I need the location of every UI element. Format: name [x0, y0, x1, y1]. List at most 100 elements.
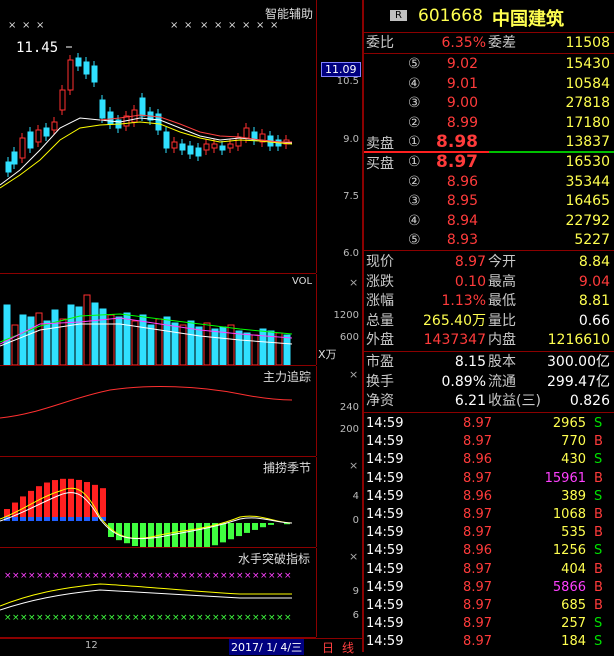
candle [204, 144, 209, 150]
volume-bar [228, 325, 234, 365]
volume-bar [100, 309, 106, 365]
candles [6, 53, 289, 177]
sell-volume: 27818 [565, 94, 610, 112]
tick-row[interactable]: 14:59 8.97 535 B [364, 524, 614, 542]
candle [12, 152, 17, 164]
candle [164, 132, 169, 148]
tick-time: 14:59 [366, 506, 403, 524]
stat-label: 量比 [488, 312, 516, 330]
sell-row[interactable]: ⑤ 9.02 15430 [364, 55, 614, 73]
buy-volume: 35344 [565, 173, 610, 191]
top-mark: × [242, 20, 250, 31]
sell-volume: 17180 [565, 114, 610, 132]
sailor-mark: × [172, 613, 180, 623]
buy-row[interactable]: ② 8.96 35344 [364, 173, 614, 191]
capture-bar-blue [28, 517, 34, 521]
sailor-mark: × [116, 613, 124, 623]
tick-list[interactable]: 14:59 8.97 2965 S14:59 8.97 770 B14:59 8… [364, 413, 614, 652]
tab-day[interactable]: 日 [322, 639, 334, 656]
sailor-mark: × [68, 571, 76, 581]
candle [212, 144, 217, 148]
chart-title: 智能辅助 [265, 5, 313, 22]
price-pane[interactable]: ××××××××××× 智能辅助 11.45 [0, 0, 316, 274]
sailor-pane[interactable]: ××××××××××××××××××××××××××××××××××××××××… [0, 548, 316, 638]
volume-bar [124, 313, 130, 365]
sailor-mark: × [228, 613, 236, 623]
sailor-mark: × [148, 613, 156, 623]
top-mark: × [184, 20, 192, 31]
tick-row[interactable]: 14:59 8.97 2965 S [364, 415, 614, 433]
stat-value: 0.10 [455, 273, 486, 291]
capture-bar-green [220, 523, 226, 542]
sailor-mark: × [68, 613, 76, 623]
r-badge: R [390, 10, 407, 21]
buy-row[interactable]: ③ 8.95 16465 [364, 192, 614, 210]
trend-axis: × 240 200 [316, 366, 363, 456]
capture-bar-red [76, 480, 82, 519]
stat-row: 涨跌 0.10 最高 9.04 [364, 273, 614, 291]
volume-pane[interactable]: VOL [0, 274, 316, 366]
buy-price: 8.96 [447, 173, 478, 191]
tick-row[interactable]: 14:59 8.97 1068 B [364, 506, 614, 524]
sailor-mark: × [236, 613, 244, 623]
sell-row[interactable]: ② 8.99 17180 [364, 114, 614, 132]
tick-volume: 389 [561, 488, 586, 506]
sell-level: ② [408, 114, 421, 132]
tick-row[interactable]: 14:59 8.97 404 B [364, 561, 614, 579]
volume-bar [28, 317, 34, 365]
buy-row[interactable]: ④ 8.94 22792 [364, 212, 614, 230]
sailor-mark: × [100, 571, 108, 581]
buy-row[interactable]: ⑤ 8.93 5227 [364, 231, 614, 249]
tick-row[interactable]: 14:59 8.97 770 B [364, 433, 614, 451]
close-icon[interactable]: × [349, 368, 358, 381]
sailor-mark: × [108, 613, 116, 623]
buy-row[interactable]: ① 8.97 16530 [364, 153, 614, 171]
tick-row[interactable]: 14:59 8.97 685 B [364, 597, 614, 615]
sailor-mark: × [84, 613, 92, 623]
sailor-mark: × [140, 571, 148, 581]
volume-chart[interactable] [0, 274, 316, 365]
sailor-mark: × [156, 571, 164, 581]
top-mark: × [200, 20, 208, 31]
buy-level: ③ [408, 192, 421, 210]
sailor-mark: × [260, 571, 268, 581]
sailor-mark: × [12, 613, 20, 623]
tick-volume: 184 [561, 633, 586, 651]
capture-bar-green [252, 523, 258, 530]
tick-row[interactable]: 14:59 8.97 5866 B [364, 579, 614, 597]
tick-row[interactable]: 14:59 8.96 1256 S [364, 542, 614, 560]
close-icon[interactable]: × [349, 459, 358, 472]
tick-row[interactable]: 14:59 8.96 389 S [364, 488, 614, 506]
stat-label: 最高 [488, 273, 516, 291]
tick-price: 8.97 [463, 615, 492, 633]
top-mark: × [214, 20, 222, 31]
stock-name: 中国建筑 [492, 5, 564, 31]
sell-row[interactable]: ④ 9.01 10584 [364, 75, 614, 93]
tick-row[interactable]: 14:59 8.96 430 S [364, 451, 614, 469]
tick-volume: 1068 [553, 506, 586, 524]
tick-row[interactable]: 14:59 8.97 257 S [364, 615, 614, 633]
capture-title: 捕捞季节 [263, 459, 311, 476]
sailor-mark: × [276, 571, 284, 581]
vol-tick: 1200 [334, 310, 359, 321]
candle [100, 100, 105, 118]
tab-line[interactable]: 线 [342, 639, 354, 656]
tick-volume: 770 [561, 433, 586, 451]
sell-row[interactable]: ① 8.98 13837 [364, 133, 614, 151]
capture-bar-green [260, 523, 266, 527]
sailor-mark: × [52, 571, 60, 581]
sell-row[interactable]: ③ 9.00 27818 [364, 94, 614, 112]
capture-pane[interactable]: 捕捞季节 [0, 457, 316, 548]
candle [244, 128, 249, 138]
tick-price: 8.96 [463, 488, 492, 506]
close-icon[interactable]: × [349, 550, 358, 563]
capture-bar-blue [12, 517, 18, 521]
close-icon[interactable]: × [349, 276, 358, 289]
sailor-mark: × [180, 571, 188, 581]
capture-bar-red [68, 479, 74, 519]
tick-row[interactable]: 14:59 8.97 15961 B [364, 470, 614, 488]
stat-value: 265.40万 [423, 312, 486, 330]
sailor-mark: × [36, 613, 44, 623]
trend-pane[interactable]: 主力追踪 [0, 366, 316, 457]
tick-row[interactable]: 14:59 8.97 184 S [364, 633, 614, 651]
